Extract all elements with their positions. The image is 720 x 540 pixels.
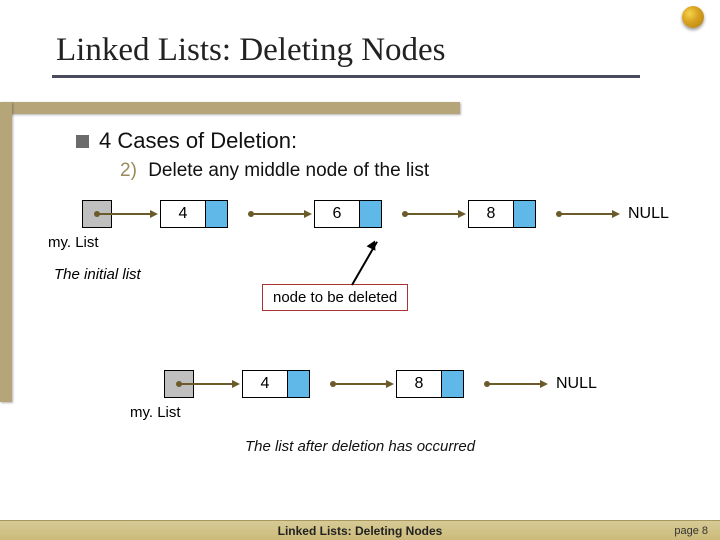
- sub-bullet-line: 2) Delete any middle node of the list: [120, 160, 429, 182]
- before-node-2: 6: [314, 200, 382, 228]
- node-pointer: [359, 201, 381, 227]
- footer-bar: Linked Lists: Deleting Nodes: [0, 520, 720, 540]
- sub-bullet-text: Delete any middle node of the list: [148, 160, 429, 181]
- bullet-square-icon: [76, 135, 89, 148]
- node-pointer: [287, 371, 309, 397]
- bullet-line: 4 Cases of Deletion:: [76, 128, 297, 154]
- arrow-head-icon: [232, 380, 240, 388]
- before-null-label: NULL: [628, 205, 669, 223]
- arrow-shaft: [334, 383, 388, 385]
- arrow-shaft: [98, 213, 152, 215]
- arrow-shaft: [488, 383, 542, 385]
- institution-logo: [682, 6, 704, 28]
- arrow-shaft: [406, 213, 460, 215]
- page-title: Linked Lists: Deleting Nodes: [56, 32, 446, 69]
- after-null-label: NULL: [556, 375, 597, 393]
- arrow-shaft: [560, 213, 614, 215]
- arrow-head-icon: [150, 210, 158, 218]
- arrow-head-icon: [304, 210, 312, 218]
- node-pointer: [205, 201, 227, 227]
- arrow-head-icon: [612, 210, 620, 218]
- before-node-1: 4: [160, 200, 228, 228]
- accent-bar-horizontal: [0, 102, 460, 114]
- after-node-2: 8: [396, 370, 464, 398]
- arrow-shaft: [180, 383, 234, 385]
- node-value: 4: [243, 371, 287, 397]
- arrow-shaft: [252, 213, 306, 215]
- after-node-1: 4: [242, 370, 310, 398]
- before-node-3: 8: [468, 200, 536, 228]
- node-pointer: [513, 201, 535, 227]
- after-caption: The list after deletion has occurred: [0, 438, 720, 455]
- title-underline: [52, 75, 640, 78]
- footer-center-text: Linked Lists: Deleting Nodes: [278, 524, 443, 538]
- before-head-label: my. List: [48, 234, 99, 251]
- node-value: 4: [161, 201, 205, 227]
- node-value: 8: [397, 371, 441, 397]
- arrow-head-icon: [540, 380, 548, 388]
- node-value: 8: [469, 201, 513, 227]
- arrow-head-icon: [458, 210, 466, 218]
- arrow-head-icon: [386, 380, 394, 388]
- delete-callout: node to be deleted: [262, 284, 408, 311]
- callout-arrow-head-icon: [367, 238, 380, 251]
- before-caption: The initial list: [54, 266, 141, 283]
- bullet-text: 4 Cases of Deletion:: [99, 128, 297, 154]
- node-pointer: [441, 371, 463, 397]
- page-number: page 8: [674, 525, 708, 537]
- sub-bullet-number: 2): [120, 160, 137, 181]
- node-value: 6: [315, 201, 359, 227]
- after-head-label: my. List: [130, 404, 181, 421]
- accent-bar-vertical: [0, 102, 12, 402]
